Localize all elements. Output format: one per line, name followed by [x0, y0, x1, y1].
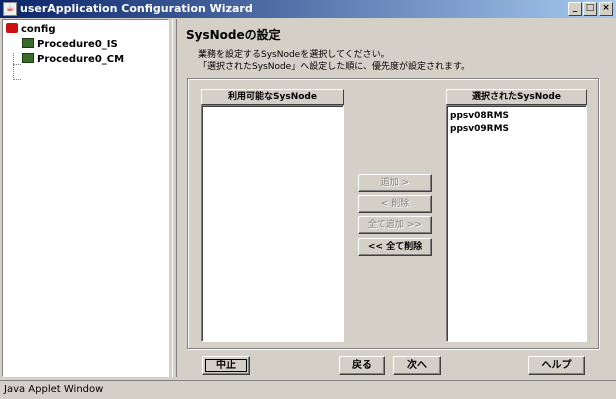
tree-node-procedure0-cm[interactable]: Procedure0_CM: [22, 53, 124, 67]
available-sysnode-list[interactable]: [201, 105, 344, 342]
next-button[interactable]: 次へ: [393, 356, 441, 375]
add-all-button[interactable]: 全て追加 >>: [358, 216, 432, 234]
java-app-icon: ☕: [3, 2, 17, 16]
selected-sysnode-list[interactable]: ppsv08RMS ppsv09RMS: [446, 105, 587, 342]
title-bar: ☕ userApplication Configuration Wizard _…: [0, 0, 616, 18]
tree-node-config[interactable]: config: [6, 23, 56, 37]
description-line-2: 「選択されたSysNode」へ設定した順に、優先度が設定されます。: [198, 62, 471, 72]
status-text: Java Applet Window: [4, 384, 104, 395]
available-list-header: 利用可能なSysNode: [201, 89, 344, 105]
list-item[interactable]: ppsv09RMS: [450, 123, 509, 136]
add-button[interactable]: 追加 >: [358, 174, 432, 192]
tree-node-label: Procedure0_CM: [37, 54, 125, 65]
selected-list-header: 選択されたSysNode: [446, 89, 587, 105]
procedure-icon: [22, 38, 34, 48]
split-pane-divider[interactable]: [172, 19, 177, 377]
configuration-tree[interactable]: config Procedure0_IS Procedure0_CM: [2, 19, 169, 377]
tree-connector: [13, 79, 21, 80]
list-item[interactable]: ppsv08RMS: [450, 110, 509, 123]
remove-button[interactable]: < 削除: [358, 195, 432, 213]
help-button[interactable]: ヘルプ: [528, 356, 585, 375]
tree-connector: [13, 64, 21, 65]
tree-node-label: config: [21, 24, 56, 35]
window-title: userApplication Configuration Wizard: [20, 2, 253, 15]
cancel-button[interactable]: 中止: [202, 356, 250, 375]
back-button[interactable]: 戻る: [339, 356, 385, 375]
remove-all-button[interactable]: << 全て削除: [358, 238, 432, 256]
status-bar: Java Applet Window: [0, 380, 616, 399]
tree-node-procedure0-is[interactable]: Procedure0_IS: [22, 38, 118, 52]
page-title: SysNodeの設定: [186, 28, 281, 42]
maximize-button[interactable]: □: [583, 2, 597, 16]
config-icon: [6, 23, 18, 33]
description-line-1: 業務を設定するSysNodeを選択してください。: [198, 50, 390, 60]
tree-connector: [13, 53, 14, 80]
procedure-icon: [22, 53, 34, 63]
close-button[interactable]: ×: [599, 2, 613, 16]
tree-node-label: Procedure0_IS: [37, 39, 118, 50]
minimize-button[interactable]: _: [568, 2, 582, 16]
